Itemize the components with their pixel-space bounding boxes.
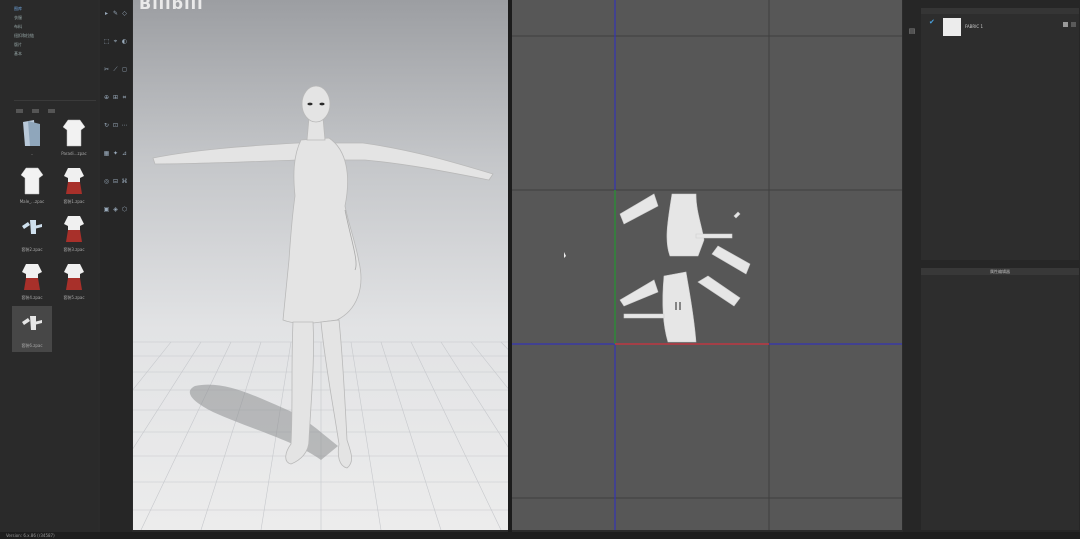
pattern-pieces-icon <box>20 214 44 244</box>
tool-button-icon[interactable]: ⌖ <box>112 38 119 45</box>
fabric-swatch[interactable] <box>943 18 961 36</box>
tool-button-icon[interactable]: ⌗ <box>121 94 128 101</box>
tool-button-icon[interactable]: ⊟ <box>112 178 119 185</box>
library-item[interactable]: 套装1.zpac <box>54 162 94 208</box>
tool-button-icon[interactable]: ⊞ <box>112 94 119 101</box>
3d-viewport[interactable]: Bilibili <box>133 0 508 530</box>
red-outfit-icon <box>62 262 86 292</box>
library-item-caption: 套装3.zpac <box>63 247 85 252</box>
library-menu: 图库 衣服 布料 纽扣和拉链 版片 基本 <box>14 4 94 58</box>
library-item[interactable]: 套装6.zpac <box>12 306 52 352</box>
library-item[interactable]: 套装5.zpac <box>54 258 94 304</box>
tool-button-icon[interactable]: ✂ <box>103 66 110 73</box>
list-view-icon[interactable] <box>16 109 23 113</box>
property-editor-title: 属性编辑器 <box>921 268 1079 275</box>
tool-button-icon[interactable]: ⬡ <box>121 206 128 213</box>
library-item[interactable]: .. <box>12 114 52 160</box>
library-menu-item[interactable]: 图库 <box>14 4 94 13</box>
library-panel: 图库 衣服 布料 纽扣和拉链 版片 基本 .. Paradi...zpac Male_...z… <box>0 0 98 532</box>
tool-strip: ▸ ✎ ◇ ⬚ ⌖ ◐ ✂ ⟋ ◻ ⊕ ⊞ ⌗ ↻ ⊡ ⋯ ▦ ✦ ⊿ ◎ ⊟ ⌘ ▣ ◈ ⬡ <box>100 0 132 532</box>
tool-button-icon[interactable]: ⌘ <box>121 178 128 185</box>
2d-pattern-window[interactable] <box>512 0 902 530</box>
tool-button-icon[interactable]: ⊡ <box>112 122 119 129</box>
tool-button-icon[interactable]: ⟋ <box>112 66 119 73</box>
fabric-name: FABRIC 1 <box>965 24 983 29</box>
fabric-toolbar-icon[interactable]: ▤ <box>907 26 917 36</box>
library-item-caption: 套装6.zpac <box>21 343 43 348</box>
pattern-pieces <box>619 193 751 343</box>
tool-button-icon[interactable]: ◇ <box>121 10 128 17</box>
pattern-strap-back <box>623 313 665 319</box>
library-menu-item[interactable]: 版片 <box>14 40 94 49</box>
pattern-sleeve-left-front <box>619 193 659 225</box>
right-panels: ▤ ✔ FABRIC 1 属性编辑器 <box>903 0 1080 532</box>
folder-icon <box>20 118 44 148</box>
red-outfit-icon <box>62 214 86 244</box>
mouse-cursor-icon <box>564 252 566 258</box>
red-outfit-icon <box>62 166 86 196</box>
tool-button-icon[interactable]: ✎ <box>112 10 119 17</box>
tool-button-icon[interactable]: ⬚ <box>103 38 110 45</box>
fabric-edit-icon[interactable] <box>1063 22 1068 27</box>
library-item-caption: Male_...zpac <box>19 199 45 204</box>
library-item[interactable]: Male_...zpac <box>12 162 52 208</box>
status-bar: Version: 6.x.86 (r34587) <box>0 532 1080 539</box>
3d-scene <box>133 85 508 530</box>
check-icon[interactable]: ✔ <box>929 18 935 26</box>
avatar-head <box>301 85 331 123</box>
white-tshirt-icon <box>20 166 44 196</box>
library-item[interactable]: 套装4.zpac <box>12 258 52 304</box>
library-item[interactable]: 套装3.zpac <box>54 210 94 256</box>
pattern-canvas <box>512 0 902 530</box>
library-item-caption: 套装5.zpac <box>63 295 85 300</box>
object-browser-header <box>921 8 1079 14</box>
tool-button-icon[interactable]: ✦ <box>112 150 119 157</box>
pattern-small-piece <box>733 211 741 219</box>
tool-button-icon[interactable]: ▣ <box>103 206 110 213</box>
library-item-caption: 套装2.zpac <box>21 247 43 252</box>
tool-button-icon[interactable]: ◈ <box>112 206 119 213</box>
red-outfit-icon <box>20 262 44 292</box>
white-shirt-icon <box>62 118 86 148</box>
pattern-grid <box>512 0 902 530</box>
library-item-caption: Paradi...zpac <box>61 151 87 156</box>
library-menu-item[interactable]: 纽扣和拉链 <box>14 31 94 40</box>
tool-button-icon[interactable]: ▸ <box>103 10 110 17</box>
version-label: Version: 6.x.86 (r34587) <box>6 533 55 538</box>
library-item-caption: 套装1.zpac <box>63 199 85 204</box>
tool-button-icon[interactable]: ▦ <box>103 150 110 157</box>
library-menu-item[interactable]: 基本 <box>14 49 94 58</box>
tool-button-icon[interactable]: ↻ <box>103 122 110 129</box>
pattern-sleeve-right-front <box>711 245 751 275</box>
library-item-caption: .. <box>30 151 34 156</box>
tool-button-icon[interactable]: ◐ <box>121 38 128 45</box>
tool-button-icon[interactable]: ⊿ <box>121 150 128 157</box>
pattern-sleeve-right-back <box>697 275 741 307</box>
fabric-copy-icon[interactable] <box>1071 22 1076 27</box>
tool-button-icon[interactable]: ◎ <box>103 178 110 185</box>
sort-icon[interactable] <box>48 109 56 113</box>
grid-view-icon[interactable] <box>32 109 40 113</box>
library-view-tabs[interactable] <box>14 100 96 113</box>
library-item[interactable]: 套装2.zpac <box>12 210 52 256</box>
avatar-shadow <box>189 384 338 460</box>
pattern-sleeve-left-back <box>619 279 659 307</box>
property-editor: 属性编辑器 <box>921 268 1079 530</box>
pattern-pieces-icon <box>20 310 44 340</box>
avatar <box>152 85 494 469</box>
library-menu-item[interactable]: 衣服 <box>14 13 94 22</box>
library-item[interactable]: Paradi...zpac <box>54 114 94 160</box>
pattern-strap-front <box>695 233 733 239</box>
tool-button-icon[interactable]: ⋯ <box>121 122 128 129</box>
object-browser: ✔ FABRIC 1 <box>921 8 1079 260</box>
library-item-caption: 套装4.zpac <box>21 295 43 300</box>
tool-button-icon[interactable]: ◻ <box>121 66 128 73</box>
library-menu-item[interactable]: 布料 <box>14 22 94 31</box>
tool-button-icon[interactable]: ⊕ <box>103 94 110 101</box>
pattern-bodice-front <box>666 193 705 257</box>
